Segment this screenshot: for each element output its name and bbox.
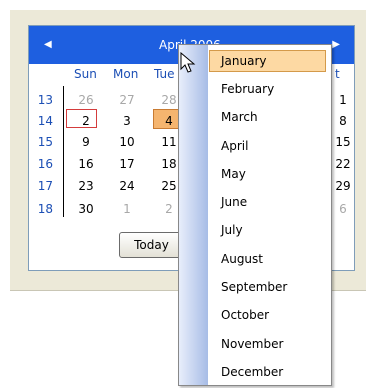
day-cell[interactable]: 6 [329, 202, 357, 216]
day-cell[interactable]: 10 [113, 135, 141, 149]
menu-item-june[interactable]: June [221, 195, 247, 209]
menu-item-november[interactable]: November [221, 337, 283, 351]
previous-month-arrow-icon[interactable]: ◀ [44, 39, 52, 50]
week-number: 16 [37, 157, 53, 171]
day-of-week-sat: t [335, 67, 340, 81]
mouse-cursor-icon [180, 52, 196, 73]
day-cell[interactable]: 3 [113, 114, 141, 128]
next-month-arrow-icon[interactable]: ▶ [332, 39, 340, 50]
week-number: 17 [37, 179, 53, 193]
today-button[interactable]: Today [119, 232, 184, 258]
week-number: 18 [37, 202, 53, 216]
day-cell[interactable]: 17 [113, 157, 141, 171]
day-cell[interactable]: 8 [329, 114, 357, 128]
day-cell[interactable]: 16 [72, 157, 100, 171]
day-of-week-mon: Mon [113, 67, 139, 81]
day-cell[interactable]: 1 [113, 202, 141, 216]
day-cell[interactable]: 1 [329, 93, 357, 107]
day-cell[interactable]: 24 [113, 179, 141, 193]
menu-item-may[interactable]: May [221, 167, 246, 181]
menu-item-october[interactable]: October [221, 308, 269, 322]
day-cell[interactable]: 29 [329, 179, 357, 193]
day-cell[interactable]: 9 [72, 135, 100, 149]
day-cell[interactable]: 27 [113, 93, 141, 107]
menu-item-september[interactable]: September [221, 280, 287, 294]
week-number: 14 [37, 114, 53, 128]
menu-item-july[interactable]: July [221, 223, 243, 237]
week-number-divider [63, 86, 64, 217]
day-cell[interactable]: 2 [72, 114, 100, 128]
week-number: 13 [37, 93, 53, 107]
day-cell[interactable]: 15 [329, 135, 357, 149]
menu-gradient-strip [179, 45, 208, 385]
menu-item-december[interactable]: December [221, 365, 283, 379]
day-cell[interactable]: 22 [329, 157, 357, 171]
month-dropdown-menu[interactable]: January February March April May June Ju… [178, 44, 332, 386]
day-cell[interactable]: 23 [72, 179, 100, 193]
day-of-week-tue: Tue [154, 67, 175, 81]
menu-item-march[interactable]: March [221, 110, 258, 124]
menu-item-august[interactable]: August [221, 252, 263, 266]
week-number: 15 [37, 135, 53, 149]
day-of-week-sun: Sun [74, 67, 97, 81]
menu-item-april[interactable]: April [221, 139, 248, 153]
menu-item-january[interactable]: January [221, 54, 267, 68]
menu-item-february[interactable]: February [221, 82, 274, 96]
day-cell[interactable]: 30 [72, 202, 100, 216]
day-cell[interactable]: 26 [72, 93, 100, 107]
